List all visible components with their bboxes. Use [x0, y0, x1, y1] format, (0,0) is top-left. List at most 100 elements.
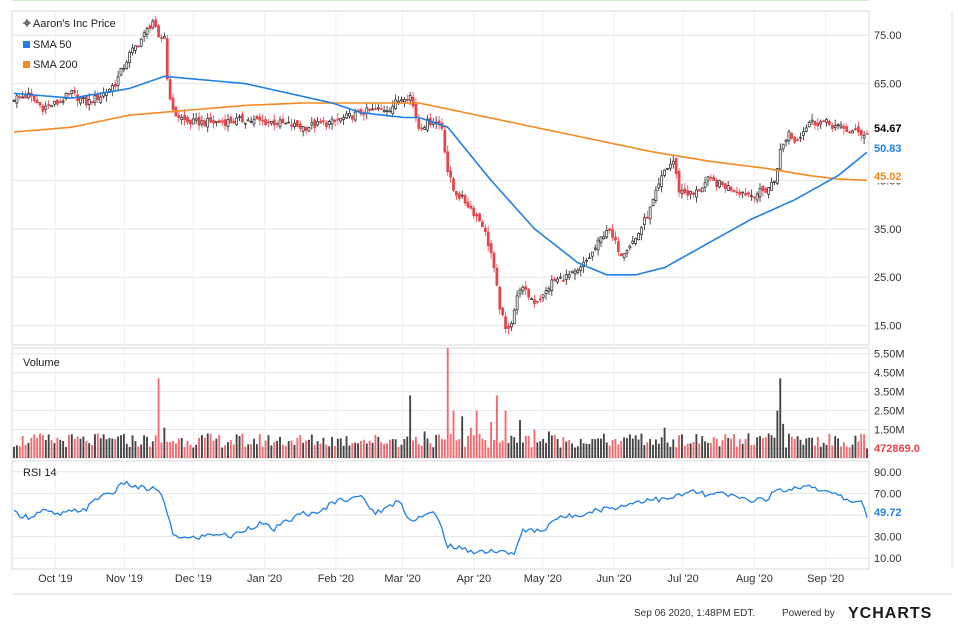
price-candle [660, 175, 664, 187]
volume-bar [799, 439, 802, 458]
volume-bar [322, 437, 325, 458]
volume-bar [334, 446, 336, 458]
x-axis-label: Sep '20 [807, 573, 844, 585]
volume-bar [767, 433, 770, 458]
volume-bar [608, 445, 611, 458]
price-candle [489, 243, 493, 254]
volume-bar [247, 444, 250, 458]
volume-bar [490, 421, 493, 458]
volume-bar [377, 436, 380, 458]
volume-bar [689, 443, 692, 458]
price-candle [408, 94, 412, 101]
price-candle [235, 117, 239, 126]
price-candle [258, 116, 262, 121]
volume-bar [516, 442, 519, 458]
last-value-label: 45.02 [874, 171, 902, 183]
price-candle [324, 122, 328, 128]
volume-bar [530, 447, 533, 458]
price-candle [692, 192, 695, 195]
volume-bar [805, 438, 808, 458]
price-candle [515, 295, 519, 311]
price-candle [67, 93, 71, 95]
volume-bar [550, 435, 553, 458]
last-value-label: 54.67 [874, 123, 902, 135]
volume-bar [174, 443, 177, 458]
price-candle [463, 195, 467, 204]
price-candle [654, 189, 658, 201]
volume-bar [675, 447, 678, 458]
price-candle [576, 269, 580, 273]
price-candle [457, 193, 461, 199]
price-candle [640, 227, 643, 235]
volume-bar [738, 439, 741, 458]
price-candle [460, 194, 464, 197]
price-candle [767, 186, 771, 195]
volume-bar [305, 440, 307, 458]
price-candle [336, 118, 340, 121]
volume-bar [449, 433, 452, 458]
price-candle [379, 108, 383, 110]
volume-bar [316, 441, 319, 458]
volume-bar [232, 444, 235, 458]
volume-bar [831, 445, 834, 458]
price-candle [310, 122, 314, 126]
volume-bar [620, 440, 623, 458]
volume-bar [195, 444, 198, 458]
stock-chart: 75.0065.0045.0035.0025.0015.005.50M4.50M… [0, 0, 958, 627]
volume-bar [94, 434, 96, 458]
price-candle [585, 259, 588, 262]
price-candle [842, 125, 846, 129]
volume-bar [796, 436, 799, 458]
volume-bar [545, 442, 547, 458]
volume-bar [134, 441, 137, 458]
price-candle [339, 118, 343, 122]
volume-bar [707, 442, 709, 458]
price-candle [376, 107, 380, 110]
volume-bar [62, 440, 65, 458]
volume-bar [484, 439, 487, 458]
volume-y-tick: 2.50M [874, 406, 905, 418]
price-candle [128, 52, 132, 63]
price-candle [758, 187, 762, 198]
volume-bar [600, 438, 602, 458]
price-candle [180, 117, 184, 120]
volume-bar [177, 438, 180, 458]
volume-bar [657, 443, 660, 458]
volume-bar [568, 440, 571, 458]
price-candle [186, 117, 189, 123]
volume-bar [348, 445, 351, 458]
volume-bar [273, 441, 276, 458]
price-candle [275, 122, 279, 125]
volume-bar [18, 445, 21, 458]
volume-bar [186, 440, 189, 458]
price-candle [544, 290, 548, 294]
price-candle [718, 180, 721, 188]
volume-bar [423, 431, 426, 458]
volume-bar [44, 440, 47, 458]
price-candle [61, 100, 65, 103]
price-candle [252, 118, 256, 125]
volume-bar [198, 437, 200, 458]
volume-bar [785, 447, 787, 458]
volume-bar [253, 438, 255, 458]
price-candle [816, 122, 820, 127]
x-axis-label: Jun '20 [597, 573, 632, 585]
volume-bar [336, 438, 339, 458]
price-candle [348, 112, 351, 117]
price-candle [148, 25, 152, 30]
volume-bar [41, 435, 44, 458]
volume-bar [255, 444, 258, 458]
volume-bar [770, 435, 773, 458]
price-candle [139, 38, 143, 47]
price-candle [142, 32, 146, 37]
volume-bar [261, 446, 264, 458]
volume-bar [328, 446, 331, 458]
price-candle [168, 79, 172, 100]
price-candle [420, 127, 424, 130]
volume-bar [397, 446, 400, 458]
price-candle [93, 95, 97, 103]
price-candle [550, 279, 554, 291]
price-candle [599, 236, 603, 244]
volume-bar [640, 433, 643, 458]
price-candle [18, 96, 22, 98]
